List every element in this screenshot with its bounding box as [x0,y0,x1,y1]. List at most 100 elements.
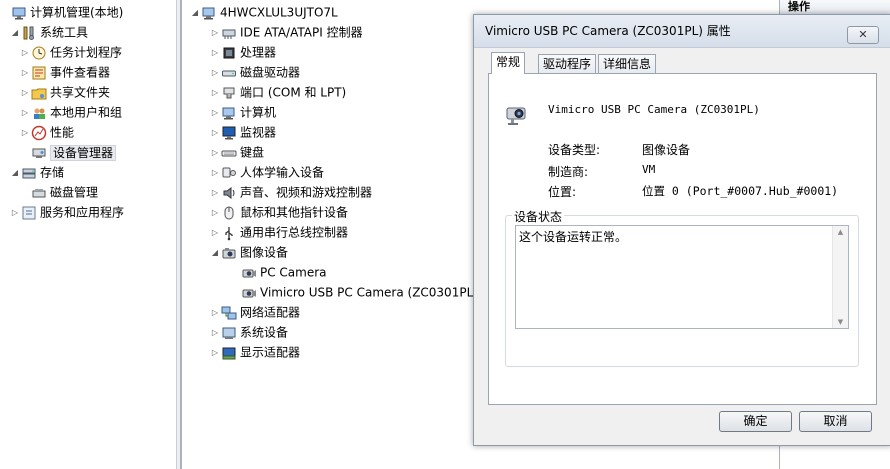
console-tree-item[interactable]: ▷ 本地用户和组 [20,102,122,122]
device-tree-item[interactable]: ▷ 声音、视频和游戏控制器 [210,182,372,202]
expand-arrow-icon[interactable]: ▷ [210,183,220,203]
device-tree-item[interactable]: ▷ 显示适配器 [210,342,300,362]
imaging-device-icon [221,245,237,261]
device-tree-label: 监视器 [240,125,277,140]
console-tree-item[interactable]: ▷ 服务和应用程序 [10,202,124,222]
console-tree-label: 性能 [50,125,75,140]
expand-arrow-icon[interactable]: ▷ [20,123,30,143]
console-tree-item[interactable]: ◢ 系统工具 [10,22,88,42]
expand-arrow-icon[interactable]: ▷ [210,43,220,63]
device-tree-item[interactable]: ▷ 鼠标和其他指针设备 [210,202,348,222]
camera-icon [241,285,257,301]
console-tree-label: 共享文件夹 [50,85,111,100]
device-tree-item[interactable]: PC Camera [230,262,327,282]
expand-arrow-icon[interactable]: ▷ [210,323,220,343]
expand-arrow-icon[interactable]: ▷ [20,83,30,103]
collapse-arrow-icon[interactable]: ◢ [210,243,220,263]
console-tree-item[interactable]: 计算机管理(本地) [0,2,123,22]
computer-icon [201,5,217,21]
collapse-arrow-icon[interactable]: ◢ [10,163,20,183]
device-tree-item[interactable]: ▷ IDE ATA/ATAPI 控制器 [210,22,363,42]
ok-button[interactable]: 确定 [719,411,792,432]
system-device-icon [221,325,237,341]
collapse-arrow-icon[interactable]: ◢ [10,23,20,43]
device-tree-label: 通用串行总线控制器 [240,225,349,240]
expand-arrow-icon[interactable]: ▷ [210,343,220,363]
device-tree-label: 端口 (COM 和 LPT) [240,85,347,100]
scroll-up-icon[interactable]: ▲ [833,228,848,236]
device-tree-label: 网络适配器 [240,305,301,320]
computer-icon [221,105,237,121]
expand-arrow-icon[interactable]: ▷ [210,143,220,163]
console-tree-label: 设备管理器 [50,144,117,161]
tab-driver[interactable]: 驱动程序 [538,54,597,74]
disk-drive-icon [221,65,237,81]
expand-arrow-icon[interactable]: ▷ [210,103,220,123]
expand-arrow-icon[interactable]: ▷ [20,63,30,83]
expand-arrow-icon[interactable]: ▷ [10,203,20,223]
console-tree-item[interactable]: ▷ 性能 [20,122,74,142]
collapse-arrow-icon[interactable]: ◢ [190,3,200,23]
scroll-down-icon[interactable]: ▼ [833,318,848,326]
device-tree-item[interactable]: ▷ 通用串行总线控制器 [210,222,348,242]
console-tree-item[interactable]: ▷ 事件查看器 [20,62,110,82]
device-tree-item[interactable]: ◢ 图像设备 [210,242,288,262]
device-tree-label: Vimicro USB PC Camera (ZC0301PL) [260,285,478,300]
device-manager-icon [31,145,47,161]
console-tree-item[interactable]: 磁盘管理 [20,182,98,202]
property-label: 设备类型: [548,143,601,157]
status-scrollbar[interactable]: ▲ ▼ [832,226,848,328]
display-adapter-icon [221,345,237,361]
expand-arrow-icon[interactable]: ▷ [20,103,30,123]
shared-folder-icon [31,85,47,101]
console-tree-label: 服务和应用程序 [40,205,125,220]
console-tree-label: 存储 [40,165,65,180]
device-tree-item[interactable]: ▷ 计算机 [210,102,276,122]
usb-icon [221,225,237,241]
device-tree-item[interactable]: Vimicro USB PC Camera (ZC0301PL) [230,282,478,302]
storage-icon [21,165,37,181]
performance-icon [31,125,47,141]
console-tree-label: 系统工具 [40,25,89,40]
device-name: Vimicro USB PC Camera (ZC0301PL) [548,103,760,116]
device-tree-item[interactable]: ▷ 网络适配器 [210,302,300,322]
device-tree-label: 显示适配器 [240,345,301,360]
property-value: VM [642,163,656,176]
device-tree-label: IDE ATA/ATAPI 控制器 [240,25,363,40]
expand-arrow-icon[interactable]: ▷ [210,303,220,323]
clock-icon [31,45,47,61]
console-tree-item[interactable]: 设备管理器 [20,142,117,162]
expand-arrow-icon[interactable]: ▷ [210,163,220,183]
device-tree-item[interactable]: ▷ 系统设备 [210,322,288,342]
console-tree-item[interactable]: ▷ 共享文件夹 [20,82,110,102]
status-group-label: 设备状态 [512,208,565,225]
sound-icon [221,185,237,201]
expand-arrow-icon[interactable]: ▷ [210,63,220,83]
expand-arrow-icon[interactable]: ▷ [210,123,220,143]
device-tree-label: 4HWCXLUL3UJTO7L [220,5,338,20]
expand-arrow-icon[interactable]: ▷ [210,83,220,103]
status-textbox[interactable]: 这个设备运转正常。 ▲ ▼ [515,225,849,329]
cancel-button[interactable]: 取消 [799,411,872,432]
device-tree-item[interactable]: ▷ 监视器 [210,122,276,142]
device-tree-item[interactable]: ▷ 人体学输入设备 [210,162,324,182]
device-tree-item[interactable]: ▷ 磁盘驱动器 [210,62,300,82]
expand-arrow-icon[interactable]: ▷ [210,203,220,223]
device-tree-item[interactable]: ▷ 处理器 [210,42,276,62]
console-tree-item[interactable]: ◢ 存储 [10,162,64,182]
console-tree-item[interactable]: ▷ 任务计划程序 [20,42,122,62]
system-tools-icon [21,25,37,41]
property-row: 设备类型: [548,141,600,158]
processor-icon [221,45,237,61]
tab-details[interactable]: 详细信息 [598,54,657,74]
device-tree-item[interactable]: ▷ 键盘 [210,142,264,162]
device-tree-label: 人体学输入设备 [240,165,325,180]
device-tree-item[interactable]: ▷ 端口 (COM 和 LPT) [210,82,346,102]
expand-arrow-icon[interactable]: ▷ [210,223,220,243]
close-button[interactable]: ✕ [847,26,879,44]
device-status-group: 设备状态 这个设备运转正常。 ▲ ▼ [505,208,859,367]
expand-arrow-icon[interactable]: ▷ [210,23,220,43]
tab-general[interactable]: 常规 [491,52,526,74]
expand-arrow-icon[interactable]: ▷ [20,43,30,63]
device-tree-item[interactable]: ◢ 4HWCXLUL3UJTO7L [190,2,338,22]
